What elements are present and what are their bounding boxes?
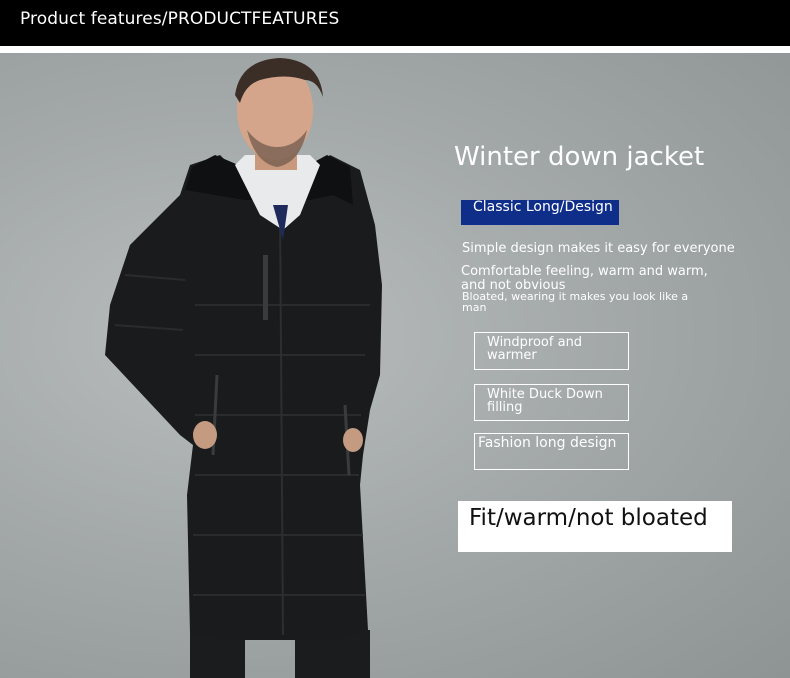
- description-line-1: Simple design makes it easy for everyone: [462, 241, 735, 256]
- description-line-3: Bloated, wearing it makes you look like …: [462, 290, 689, 314]
- feature-label-1: Windproof and warmer: [487, 335, 583, 363]
- feature-label-2: White Duck Down filling: [487, 387, 603, 415]
- description-line-2: Comfortable feeling, warm and warm, and …: [461, 264, 708, 293]
- product-banner: Winter down jacket Classic Long/Design S…: [0, 53, 790, 678]
- slogan-text: Fit/warm/not bloated: [469, 505, 708, 531]
- product-headline: Winter down jacket: [454, 142, 705, 172]
- model-photo: [105, 58, 382, 678]
- header-title: Product features/PRODUCTFEATURES: [20, 9, 340, 29]
- tag-label: Classic Long/Design: [473, 199, 613, 215]
- feature-label-3: Fashion long design: [478, 435, 617, 451]
- header-bar: Product features/PRODUCTFEATURES: [0, 0, 790, 46]
